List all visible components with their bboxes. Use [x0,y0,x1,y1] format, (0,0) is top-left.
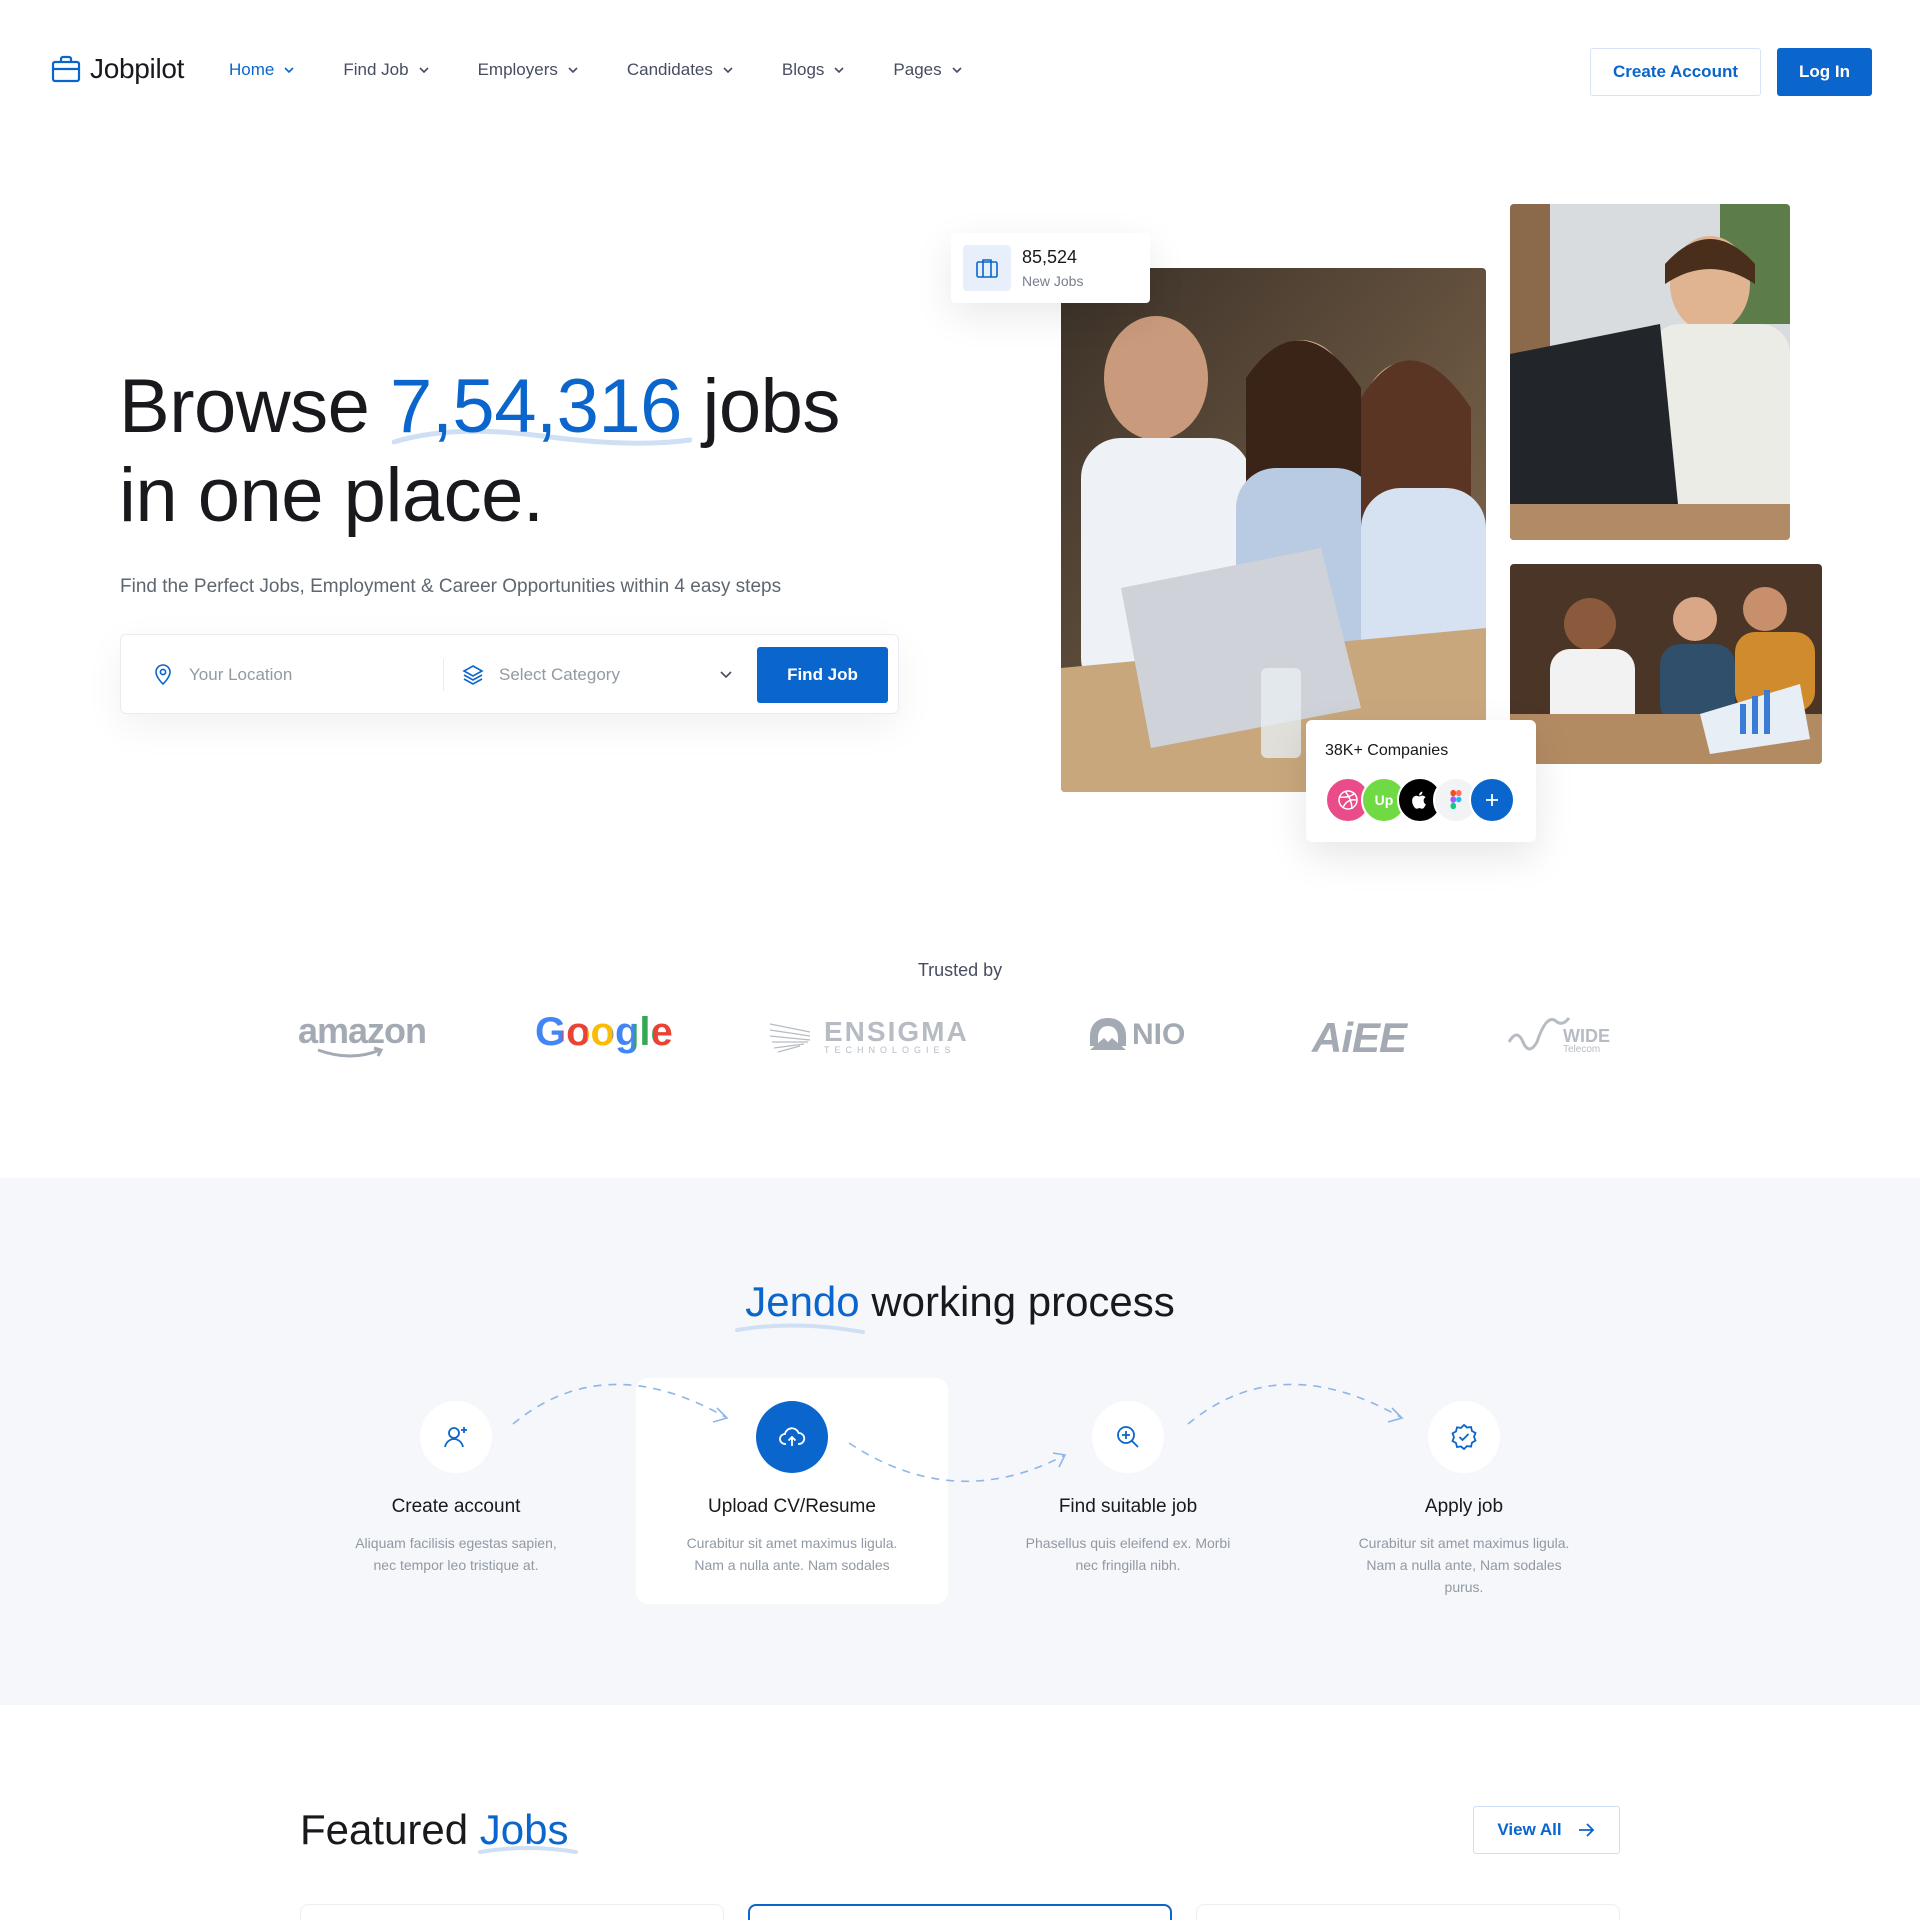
user-add-icon [420,1401,492,1473]
company-avatars: Up [1325,777,1525,823]
working-process-section: Jendo working process Create account Ali… [0,1178,1920,1705]
aiee-logo: AiEE [1312,1014,1407,1062]
hero-title: Browse 7,54,316 jobs in one place. [119,362,919,540]
ensigma-subtext: TECHNOLOGIES [824,1045,956,1055]
chevron-down-icon [723,67,733,74]
layers-icon [462,665,484,685]
process-title: Jendo working process [0,1278,1920,1326]
plus-icon[interactable] [1469,777,1515,823]
category-placeholder: Select Category [499,665,620,684]
step-description: Curabitur sit amet maximus ligula. Nam a… [686,1535,898,1573]
step-title: Upload CV/Resume [708,1496,876,1517]
process-title-highlight: Jendo [745,1278,860,1325]
step-title: Apply job [1424,1496,1504,1517]
featured-title-pre: Featured [300,1806,480,1853]
view-all-button[interactable]: View All [1473,1806,1620,1854]
menu-pages-label: Pages [893,60,942,79]
top-navigation: Jobpilot Home Find Job Employers Candida… [0,0,1920,144]
arrow-right-icon [1578,1823,1594,1837]
google-logo: Google [535,1010,673,1055]
menu-home[interactable]: Home [229,60,296,80]
nio-text: NIO [1132,1018,1186,1051]
briefcase-icon [963,245,1011,291]
chevron-down-icon [834,67,844,74]
hero-photo-man-laptop [1510,204,1790,540]
job-card[interactable] [1196,1904,1620,1920]
step-title: Create account [391,1496,521,1517]
hero-title-line2: in one place. [119,453,544,538]
check-badge-icon [1428,1401,1500,1473]
chevron-down-icon [568,67,578,74]
amazon-text: amazon [298,1010,427,1051]
wide-telecom-logo: WIDE Telecom [1507,1012,1610,1060]
hero-title-post: jobs [681,364,841,449]
location-placeholder: Your Location [189,665,293,684]
search-divider [443,659,444,691]
aiee-text: AiEE [1312,1014,1407,1061]
featured-title-underline [478,1846,578,1854]
search-plus-icon [1092,1401,1164,1473]
logo-text: Jobpilot [90,53,185,84]
step-upload-cv[interactable]: Upload CV/Resume Curabitur sit amet maxi… [636,1401,948,1576]
new-jobs-stat-card: 85,524 New Jobs [951,233,1150,303]
ensigma-logo: ENSIGMA TECHNOLOGIES [768,1018,969,1055]
job-search-box: Your Location Select Category Find Job [120,634,899,714]
ensigma-mark-icon [769,1022,811,1053]
trusted-by-label: Trusted by [917,960,1003,980]
menu-employers-label: Employers [477,60,558,79]
hero-subtitle: Find the Perfect Jobs, Employment & Care… [120,576,782,597]
menu-blogs-label: Blogs [781,60,825,79]
hero-title-highlight: 7,54,316 [390,364,682,449]
menu-candidates-label: Candidates [626,60,713,79]
new-jobs-label: New Jobs [1022,273,1084,289]
login-button[interactable]: Log In [1777,48,1872,96]
new-jobs-count: 85,524 [1022,247,1078,267]
companies-card: 38K+ Companies Up [1306,720,1536,842]
map-pin-icon [155,664,171,686]
step-find-job[interactable]: Find suitable job Phasellus quis eleifen… [972,1401,1284,1576]
briefcase-logo-icon [51,55,81,83]
menu-candidates[interactable]: Candidates [627,60,735,80]
process-title-rest: working process [859,1278,1175,1325]
logo[interactable]: Jobpilot [50,53,184,85]
amazon-logo: amazon [298,1010,427,1058]
wide-text: WIDE [1563,1026,1610,1046]
step-description: Phasellus quis eleifend ex. Morbi nec fr… [1025,1535,1231,1573]
find-job-button[interactable]: Find Job [757,647,888,703]
ensigma-text: ENSIGMA [824,1016,969,1047]
menu-home-label: Home [229,60,275,79]
nio-mark-icon [1090,1018,1126,1050]
step-title: Find suitable job [1058,1496,1198,1517]
hero-photo-group-meeting [1510,564,1822,764]
chevron-down-icon[interactable] [717,665,735,683]
wide-subtext: Telecom [1563,1044,1601,1055]
hero-photo-team-laptop [1061,268,1486,792]
menu-blogs[interactable]: Blogs [782,60,847,80]
view-all-label: View All [1497,1820,1562,1839]
chevron-down-icon [952,67,962,74]
google-text: Google [535,1010,673,1054]
cloud-upload-icon [756,1401,828,1473]
step-apply-job[interactable]: Apply job Curabitur sit amet maximus lig… [1308,1401,1620,1598]
main-menu: Home Find Job Employers Candidates Blogs… [229,60,1011,80]
step-description: Curabitur sit amet maximus ligula. Nam a… [1358,1535,1570,1595]
job-card[interactable] [300,1904,724,1920]
chevron-down-icon [284,67,294,74]
chevron-down-icon [418,67,429,74]
job-card[interactable] [748,1904,1172,1920]
menu-find-job-label: Find Job [343,60,409,79]
step-create-account[interactable]: Create account Aliquam facilisis egestas… [300,1401,612,1576]
category-select[interactable]: Select Category [461,663,620,687]
create-account-button[interactable]: Create Account [1590,48,1761,96]
step-description: Aliquam facilisis egestas sapien, nec te… [355,1535,557,1573]
wide-wave-icon [1507,1017,1571,1051]
menu-pages[interactable]: Pages [893,60,963,80]
location-field[interactable]: Your Location [151,663,292,687]
hero-title-pre: Browse [119,364,391,449]
companies-count-label: 38K+ Companies [1325,742,1449,759]
nio-logo: NIO [1088,1016,1185,1054]
menu-find-job[interactable]: Find Job [343,60,430,80]
menu-employers[interactable]: Employers [478,60,580,80]
